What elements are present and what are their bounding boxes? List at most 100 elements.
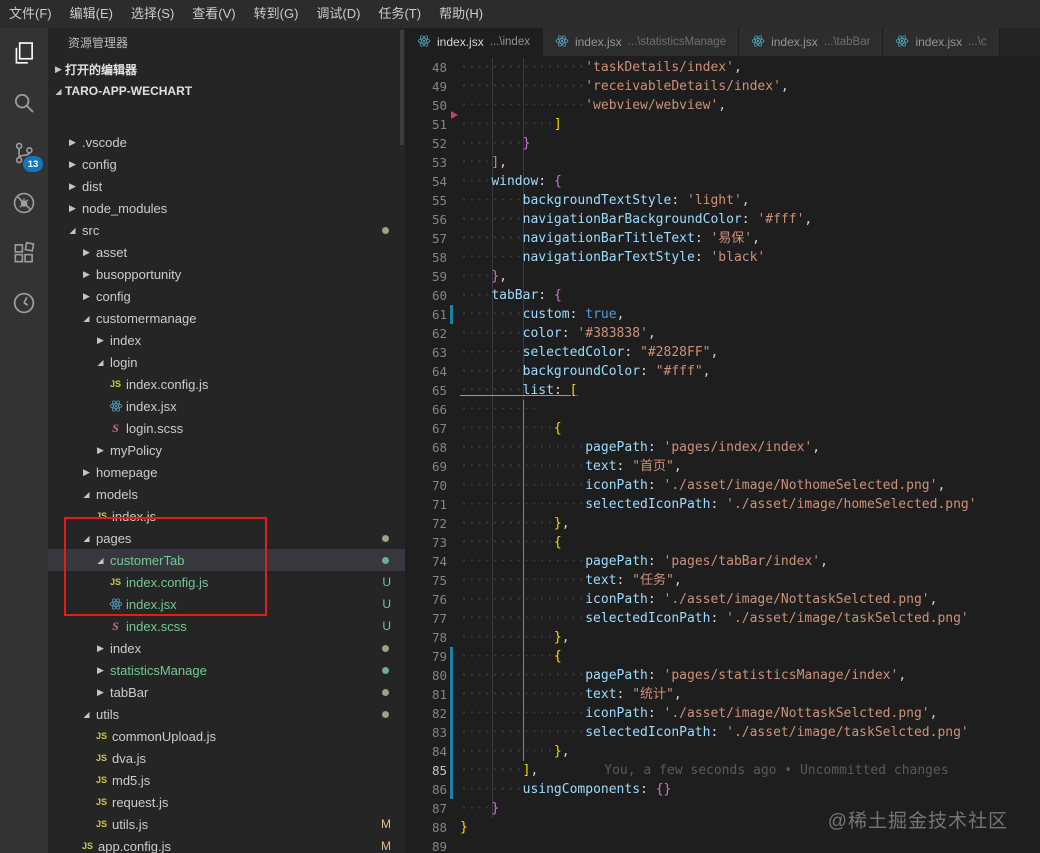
tree-row-config[interactable]: ▶ config <box>48 153 405 175</box>
line-number: 48 <box>431 60 447 75</box>
tree-row-index.jsx[interactable]: index.jsx <box>48 395 405 417</box>
code-line-80: 80 ················pagePath: 'pages/stati… <box>405 666 1040 685</box>
tree-row-index.config.js[interactable]: JS index.config.js <box>48 373 405 395</box>
file-label: .vscode <box>82 134 127 150</box>
menu-item-2[interactable]: 编辑(E) <box>61 0 122 28</box>
tab-3[interactable]: index.jsx ...\tabBar <box>739 28 884 56</box>
line-number: 62 <box>431 326 447 341</box>
menu-item-5[interactable]: 转到(G) <box>245 0 308 28</box>
tree-row-md5.js[interactable]: JS md5.js <box>48 769 405 791</box>
menu-item-6[interactable]: 调试(D) <box>307 0 369 28</box>
scss-file-icon: S <box>112 618 119 633</box>
whitespace-dots: ················ <box>460 554 586 569</box>
token: , <box>702 364 711 379</box>
debug-disabled-icon[interactable] <box>0 178 48 228</box>
whitespace-dots: ················ <box>460 478 586 493</box>
tree-row-index[interactable]: ▶ index <box>48 637 405 659</box>
tree-row-tabBar[interactable]: ▶ tabBar <box>48 681 405 703</box>
tree-row-dva.js[interactable]: JS dva.js <box>48 747 405 769</box>
tree-row-login[interactable]: ◢ login <box>48 351 405 373</box>
code-line-82: 82 ················iconPath: './asset/ima… <box>405 704 1040 723</box>
tree-row-statisticsManage[interactable]: ▶ statisticsManage <box>48 659 405 681</box>
file-label: utils <box>96 706 120 722</box>
tab-description: ...\statisticsManage <box>627 36 727 48</box>
line-content: ············] <box>453 115 562 134</box>
tree-row-.vscode[interactable]: ▶ .vscode <box>48 131 405 153</box>
tree-row-src[interactable]: ◢ src <box>48 219 405 241</box>
search-icon[interactable] <box>0 78 48 128</box>
line-content: ················iconPath: './asset/image… <box>453 590 937 609</box>
tree-row-commonUpload.js[interactable]: JS commonUpload.js <box>48 725 405 747</box>
line-number: 88 <box>431 820 447 835</box>
tree-row-customerTab[interactable]: ◢ customerTab <box>48 549 405 571</box>
code-line-63: 63 ········selectedColor: "#2828FF", <box>405 343 1040 362</box>
menu-item-7[interactable]: 任务(T) <box>369 0 430 28</box>
tree-row-homepage[interactable]: ▶ homepage <box>48 461 405 483</box>
tree-row-index.scss[interactable]: Sindex.scss U <box>48 615 405 637</box>
tree-row-index.js[interactable]: JS index.js <box>48 505 405 527</box>
tab-1[interactable]: index.jsx ...\index <box>405 28 543 56</box>
menu-item-4[interactable]: 查看(V) <box>183 0 244 28</box>
file-tree: ▶ .vscode ▶ config ▶ dist ▶ node_modules ◢ src ▶ as… <box>48 131 405 853</box>
js-file-icon: JS <box>95 819 107 829</box>
open-editors-section[interactable]: ▶ 打开的编辑器 <box>48 58 405 80</box>
tree-row-index.jsx[interactable]: index.jsx U <box>48 593 405 615</box>
line-number: 82 <box>431 706 447 721</box>
tree-row-myPolicy[interactable]: ▶ myPolicy <box>48 439 405 461</box>
tree-row-pages[interactable]: ◢ pages <box>48 527 405 549</box>
workspace-root[interactable]: ◢ TARO-APP-WECHART <box>48 80 405 102</box>
whitespace-dots: ············ <box>460 421 554 436</box>
clock-icon[interactable] <box>0 278 48 328</box>
line-content: ················text: "首页", <box>453 457 682 476</box>
tree-row-index.config.js[interactable]: JS index.config.js U <box>48 571 405 593</box>
source-control-icon[interactable]: 13 <box>0 128 48 178</box>
tree-row-node_modules[interactable]: ▶ node_modules <box>48 197 405 219</box>
sidebar-scrollbar[interactable] <box>400 30 404 145</box>
tree-row-request.js[interactable]: JS request.js <box>48 791 405 813</box>
menu-item-3[interactable]: 选择(S) <box>122 0 183 28</box>
menu-item-8[interactable]: 帮助(H) <box>430 0 492 28</box>
token: '#383838' <box>577 326 648 341</box>
tree-row-dist[interactable]: ▶ dist <box>48 175 405 197</box>
code-line-73: 73 ············{ <box>405 533 1040 552</box>
code-line-65: 65 ········list: [ <box>405 381 1040 400</box>
chevron-right-icon: ▶ <box>83 290 90 301</box>
token: : <box>538 174 554 189</box>
menu-item-1[interactable]: 文件(F) <box>0 0 61 28</box>
tree-row-models[interactable]: ◢ models <box>48 483 405 505</box>
token: text <box>585 687 617 702</box>
tree-row-login.scss[interactable]: Slogin.scss <box>48 417 405 439</box>
tree-row-config[interactable]: ▶ config <box>48 285 405 307</box>
token: , <box>929 706 938 721</box>
git-change-dot <box>382 226 389 234</box>
code-line-52: 52 ········} <box>405 134 1040 153</box>
tab-4[interactable]: index.jsx ...\c <box>883 28 1000 56</box>
tree-row-app.config.js[interactable]: JS app.config.js M <box>48 835 405 853</box>
whitespace-dots: ·········· <box>460 402 539 417</box>
token: selectedIconPath <box>585 725 711 740</box>
extensions-icon[interactable] <box>0 228 48 278</box>
chevron-right-icon: ▶ <box>97 686 104 697</box>
token: navigationBarTitleText <box>522 231 695 246</box>
tree-row-index[interactable]: ▶ index <box>48 329 405 351</box>
line-number: 75 <box>431 573 447 588</box>
token: '易保' <box>710 231 753 246</box>
token: './asset/image/NothomeSelected.png' <box>663 478 938 493</box>
tree-row-asset[interactable]: ▶ asset <box>48 241 405 263</box>
code-line-55: 55 ········backgroundTextStyle: 'light', <box>405 191 1040 210</box>
tree-row-busopportunity[interactable]: ▶ busopportunity <box>48 263 405 285</box>
token: : <box>647 706 664 721</box>
tree-row-customermanage[interactable]: ◢ customermanage <box>48 307 405 329</box>
code-area[interactable]: 48 ················'taskDetails/index', 49… <box>405 58 1040 853</box>
line-number: 63 <box>431 345 447 360</box>
code-line-79: 79 ············{ <box>405 647 1040 666</box>
token: list <box>522 383 554 398</box>
tree-row-utils.js[interactable]: JS utils.js M <box>48 813 405 835</box>
explorer-icon[interactable] <box>0 28 48 78</box>
whitespace-dots: ················ <box>460 706 586 721</box>
tab-2[interactable]: index.jsx ...\statisticsManage <box>542 28 740 56</box>
token: navigationBarBackgroundColor <box>522 212 742 227</box>
tree-row-utils[interactable]: ◢ utils <box>48 703 405 725</box>
code-line-69: 69 ················text: "首页", <box>405 457 1040 476</box>
whitespace-dots: ········ <box>460 136 523 151</box>
